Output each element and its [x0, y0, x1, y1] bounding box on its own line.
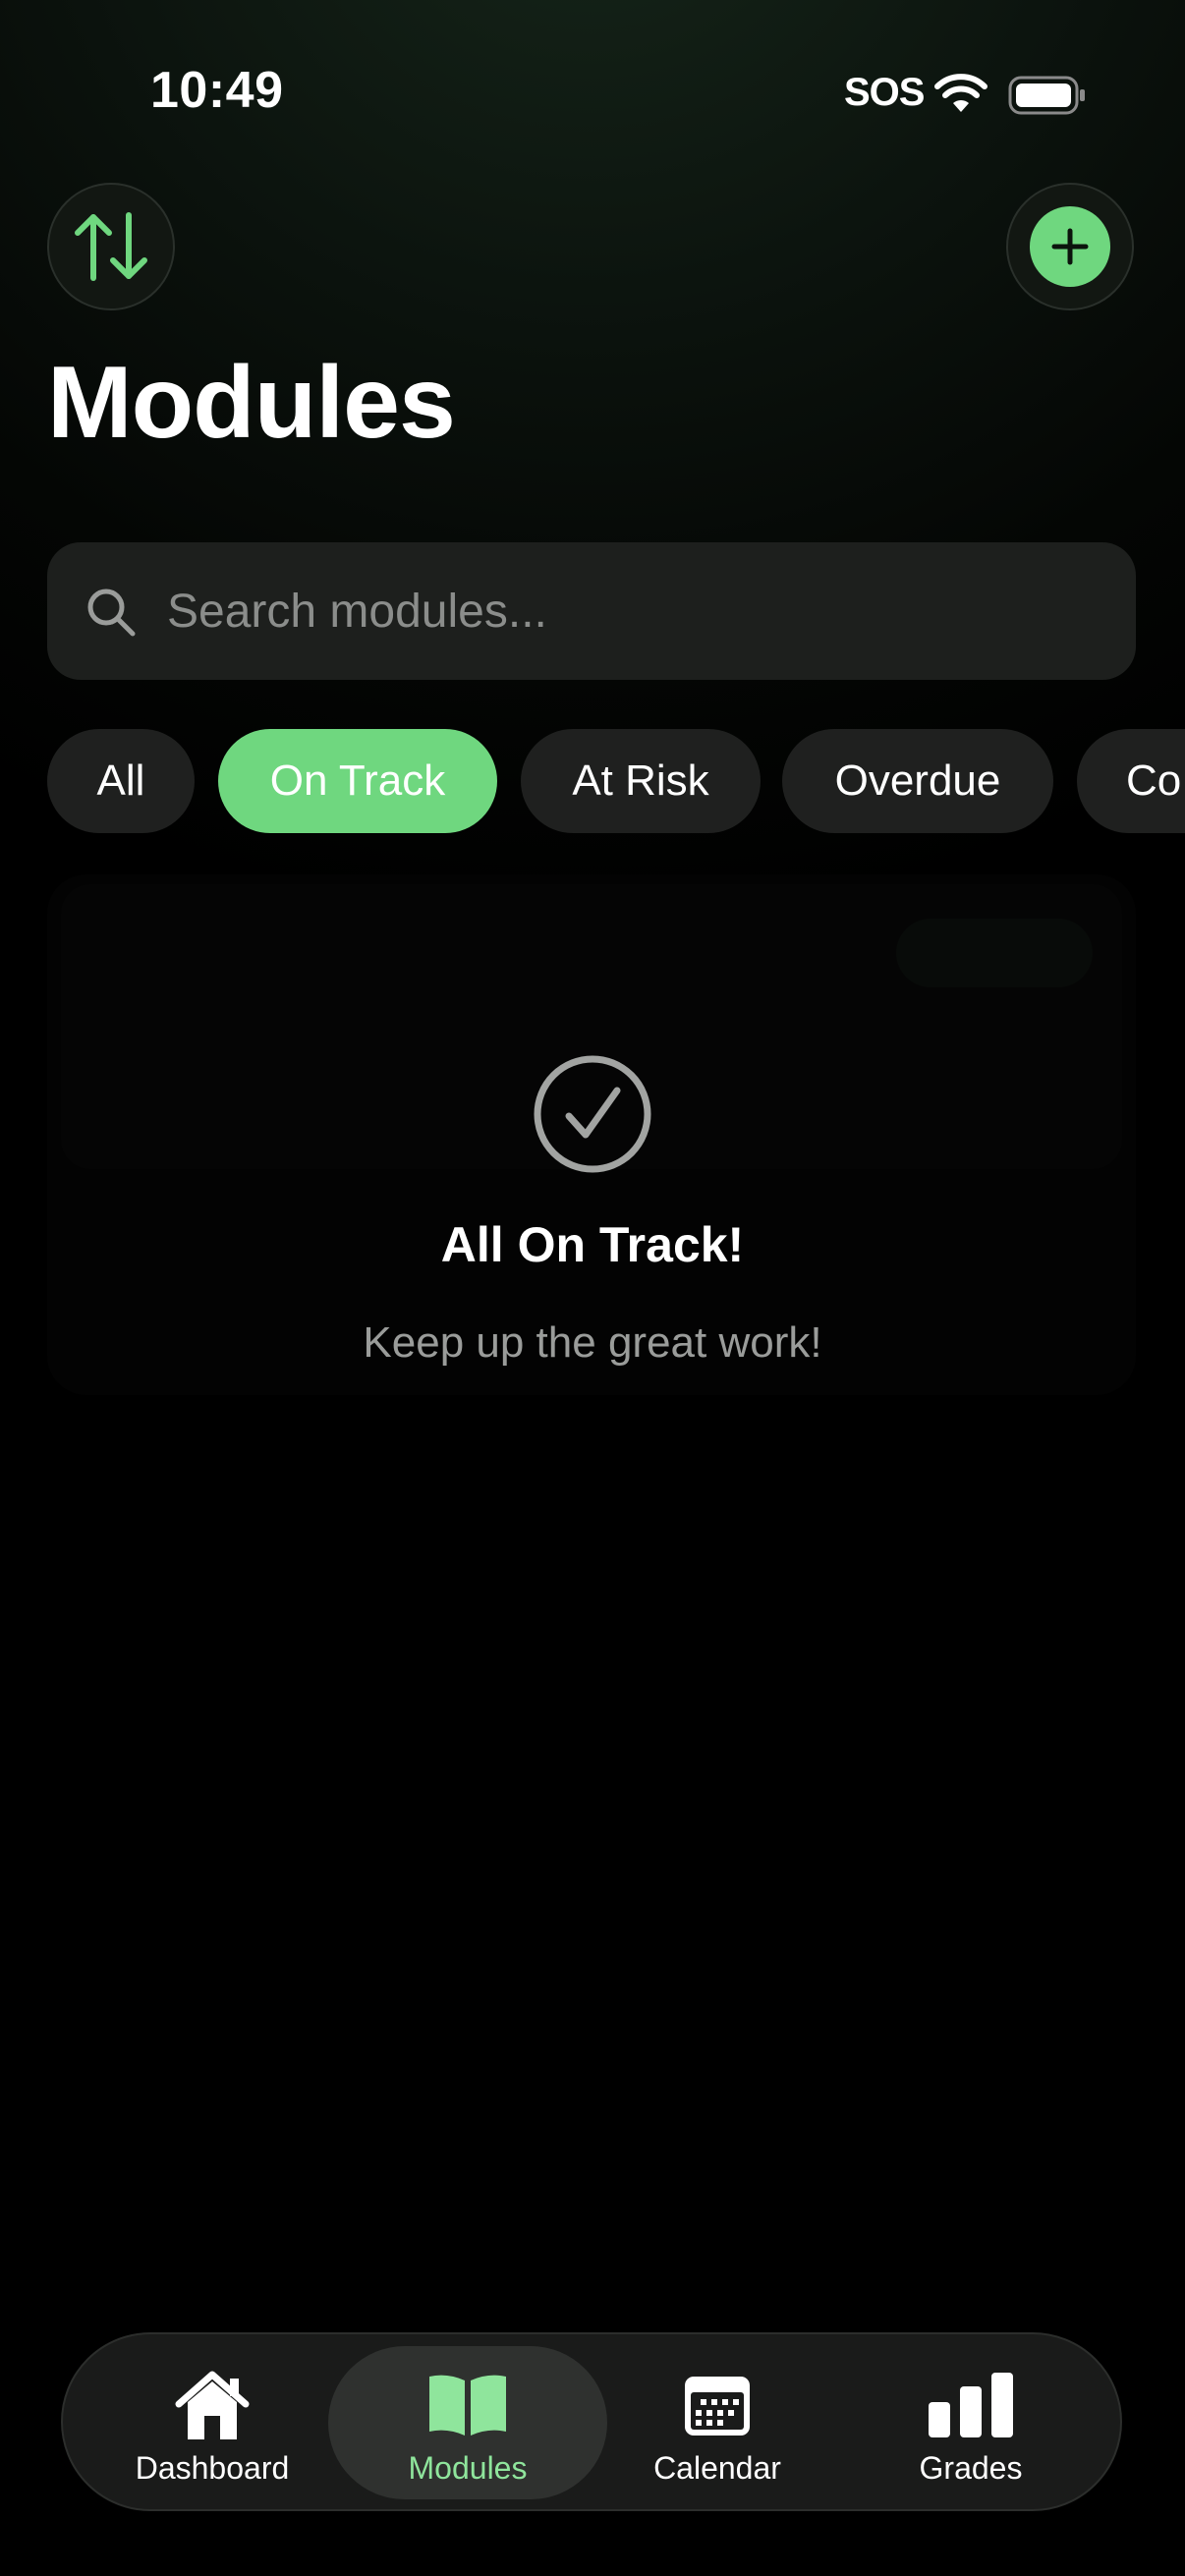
bar-chart-icon — [929, 2373, 1013, 2437]
page-title: Modules — [47, 346, 456, 460]
filter-chip-completed[interactable]: Co — [1077, 729, 1185, 833]
tab-dashboard[interactable]: Dashboard — [86, 2346, 338, 2499]
arrow-up-down-icon — [75, 212, 147, 281]
status-time: 10:49 — [150, 62, 284, 119]
tab-label-dashboard: Dashboard — [135, 2450, 290, 2486]
tab-calendar[interactable]: Calendar — [592, 2346, 843, 2499]
status-bar: 10:49 SOS — [0, 0, 1185, 177]
book-icon — [429, 2375, 506, 2436]
empty-state-subtitle: Keep up the great work! — [363, 1318, 822, 1367]
add-module-button[interactable] — [1006, 183, 1134, 310]
modules-screen: 10:49 SOS Modules Search modules... All … — [0, 0, 1185, 2576]
sos-indicator: SOS — [844, 71, 925, 114]
tab-label-modules: Modules — [408, 2450, 528, 2486]
calendar-icon — [685, 2377, 750, 2436]
search-bar[interactable] — [47, 542, 1136, 680]
filter-chip-overdue[interactable]: Overdue — [782, 729, 1053, 833]
tab-modules[interactable]: Modules — [328, 2346, 607, 2499]
tab-label-calendar: Calendar — [653, 2450, 781, 2486]
checkmark-circle-icon — [534, 1055, 651, 1173]
tab-bar: Dashboard Modules Calendar Grades — [61, 2332, 1122, 2511]
tab-grades[interactable]: Grades — [845, 2346, 1097, 2499]
add-button-circle — [1030, 206, 1110, 287]
house-icon — [175, 2371, 250, 2439]
sort-button[interactable] — [47, 183, 175, 310]
plus-icon — [1051, 228, 1089, 265]
filter-chip-at-risk[interactable]: At Risk — [521, 729, 761, 833]
filter-chips: All On Track At Risk Overdue Co — [0, 729, 1185, 833]
empty-state-title: All On Track! — [440, 1217, 745, 1272]
search-icon — [87, 588, 136, 637]
filter-chip-all[interactable]: All — [47, 729, 195, 833]
ghost-status-pill — [896, 919, 1093, 987]
tab-label-grades: Grades — [919, 2450, 1023, 2486]
search-input[interactable] — [167, 542, 1110, 680]
wifi-icon — [934, 74, 988, 112]
filter-chip-on-track[interactable]: On Track — [218, 729, 497, 833]
battery-icon — [1008, 76, 1085, 115]
